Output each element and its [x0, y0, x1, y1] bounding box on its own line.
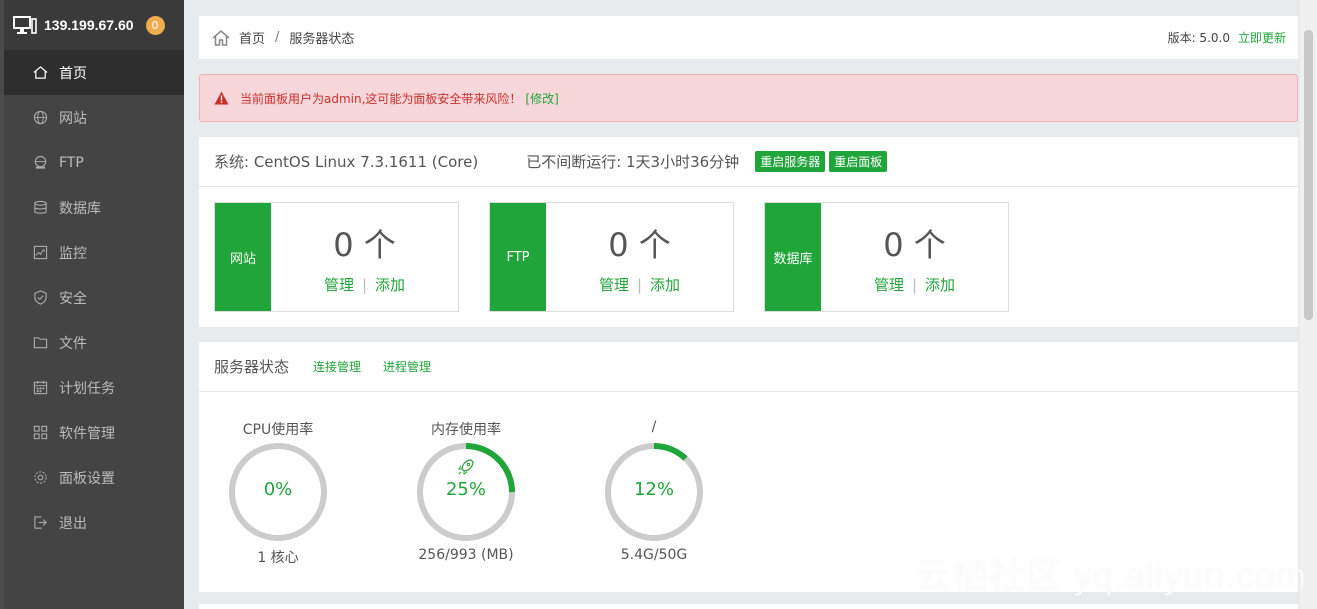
apps-icon — [32, 425, 48, 441]
gauge-value: 25% — [445, 479, 486, 500]
monitor-icon — [13, 16, 37, 34]
version-label: 版本: 5.0.0 — [1167, 31, 1230, 45]
sidebar-item-label: 计划任务 — [59, 380, 115, 397]
sidebar-item-label: FTP — [59, 154, 84, 171]
alert-fix-link[interactable]: [修改] — [525, 90, 558, 107]
breadcrumb-home-link[interactable]: 首页 — [239, 28, 265, 47]
notification-badge[interactable]: 0 — [145, 15, 165, 35]
manage-link[interactable]: 管理 — [324, 276, 354, 294]
alert-message: 当前面板用户为admin,这可能为面板安全带来风险！ — [240, 91, 522, 106]
home-icon[interactable] — [211, 28, 231, 48]
memory-gauge[interactable]: 内存使用率 25% 256/993 (MB) — [401, 419, 531, 563]
gauge-title: 内存使用率 — [431, 422, 501, 438]
uptime-info: 已不间断运行: 1天3小时36分钟 — [526, 153, 740, 171]
breadcrumb: 首页 / 服务器状态 版本: 5.0.0 立即更新 — [199, 16, 1298, 59]
sidebar-item-label: 安全 — [59, 290, 87, 307]
sidebar-item-database[interactable]: 数据库 — [0, 185, 184, 230]
restart-server-button[interactable]: 重启服务器 — [755, 151, 826, 172]
warning-icon — [214, 91, 229, 105]
sidebar-item-monitor[interactable]: 监控 — [0, 230, 184, 275]
stat-card-label: FTP — [490, 203, 546, 311]
restart-panel-button[interactable]: 重启面板 — [829, 151, 888, 172]
scrollbar-thumb[interactable] — [1304, 30, 1313, 320]
sidebar-item-label: 面板设置 — [59, 470, 115, 487]
server-ip: 139.199.67.60 — [44, 17, 134, 33]
calendar-icon — [32, 380, 48, 396]
disk-gauge[interactable]: / 12% 5.4G/50G — [589, 419, 719, 563]
cpu-gauge[interactable]: CPU使用率 0% 1 核心 — [213, 419, 343, 567]
sidebar-item-security[interactable]: 安全 — [0, 275, 184, 320]
page-scrollbar[interactable] — [1300, 0, 1317, 609]
watermark: 云栖社区 yq.aliyun.com — [914, 555, 1307, 596]
sidebar-item-logout[interactable]: 退出 — [0, 500, 184, 545]
server-status-title: 服务器状态 — [214, 358, 290, 376]
sidebar-item-label: 数据库 — [59, 200, 101, 217]
stat-card-website: 网站 0 个 管理 | 添加 — [214, 202, 459, 312]
logout-icon — [32, 515, 48, 531]
breadcrumb-current: 服务器状态 — [289, 32, 355, 47]
add-link[interactable]: 添加 — [375, 276, 405, 294]
gauge-title: CPU使用率 — [242, 422, 314, 438]
gear-icon — [32, 470, 48, 486]
sidebar-menu: 首页 网站 FTP 数据库 监控 安全 文件 计划任务 软件管理 面板设置 退出 — [0, 50, 184, 545]
sidebar-item-settings[interactable]: 面板设置 — [0, 455, 184, 500]
next-panel-edge — [199, 604, 1298, 609]
link-divider: | — [636, 276, 643, 294]
system-header: 系统: CentOS Linux 7.3.1611 (Core) 已不间断运行:… — [199, 137, 1298, 187]
stat-card-database: 数据库 0 个 管理 | 添加 — [764, 202, 1009, 312]
stat-card-count: 0 个 — [883, 226, 946, 264]
connection-manage-link[interactable]: 连接管理 — [313, 358, 361, 375]
gauge-value: 0% — [263, 479, 293, 500]
home-icon — [32, 65, 48, 81]
stat-card-count: 0 个 — [333, 226, 396, 264]
sidebar-item-software[interactable]: 软件管理 — [0, 410, 184, 455]
sidebar-item-label: 文件 — [59, 335, 87, 352]
system-panel: 系统: CentOS Linux 7.3.1611 (Core) 已不间断运行:… — [199, 137, 1298, 327]
add-link[interactable]: 添加 — [650, 276, 680, 294]
sidebar-item-website[interactable]: 网站 — [0, 95, 184, 140]
gauge-title: / — [651, 419, 657, 435]
link-divider: | — [361, 276, 368, 294]
manage-link[interactable]: 管理 — [874, 276, 904, 294]
manage-link[interactable]: 管理 — [599, 276, 629, 294]
process-manage-link[interactable]: 进程管理 — [383, 358, 431, 375]
gauge-detail: 5.4G/50G — [620, 547, 688, 563]
sidebar-item-files[interactable]: 文件 — [0, 320, 184, 365]
sidebar-item-label: 退出 — [59, 515, 87, 532]
add-link[interactable]: 添加 — [925, 276, 955, 294]
stat-card-ftp: FTP 0 个 管理 | 添加 — [489, 202, 734, 312]
ftp-icon — [32, 155, 48, 171]
sidebar-item-home[interactable]: 首页 — [0, 50, 184, 95]
sidebar-item-ftp[interactable]: FTP — [0, 140, 184, 185]
globe-icon — [32, 110, 48, 126]
shield-icon — [32, 290, 48, 306]
link-divider: | — [911, 276, 918, 294]
gauge-detail: 1 核心 — [257, 550, 299, 566]
sidebar-header: 139.199.67.60 0 — [0, 0, 184, 50]
stat-card-label: 数据库 — [765, 203, 821, 311]
stat-card-label: 网站 — [215, 203, 271, 311]
sidebar-item-label: 网站 — [59, 110, 87, 127]
monitor-chart-icon — [32, 245, 48, 261]
server-status-header: 服务器状态 连接管理 进程管理 — [199, 342, 1298, 392]
breadcrumb-separator: / — [275, 30, 280, 45]
sidebar-item-label: 软件管理 — [59, 425, 115, 442]
sidebar-item-label: 监控 — [59, 245, 87, 262]
os-info: 系统: CentOS Linux 7.3.1611 (Core) — [214, 153, 479, 171]
sidebar-item-cron[interactable]: 计划任务 — [0, 365, 184, 410]
folder-icon — [32, 335, 48, 351]
gauge-value: 12% — [633, 479, 674, 500]
rocket-icon[interactable] — [456, 457, 476, 477]
sidebar: 139.199.67.60 0 首页 网站 FTP 数据库 监控 安全 文件 计… — [0, 0, 184, 609]
security-alert: 当前面板用户为admin,这可能为面板安全带来风险！ [修改] — [199, 74, 1298, 122]
update-now-link[interactable]: 立即更新 — [1238, 29, 1286, 46]
sidebar-item-label: 首页 — [59, 65, 87, 82]
database-icon — [32, 200, 48, 216]
gauge-detail: 256/993 (MB) — [418, 547, 514, 563]
stat-card-count: 0 个 — [608, 226, 671, 264]
